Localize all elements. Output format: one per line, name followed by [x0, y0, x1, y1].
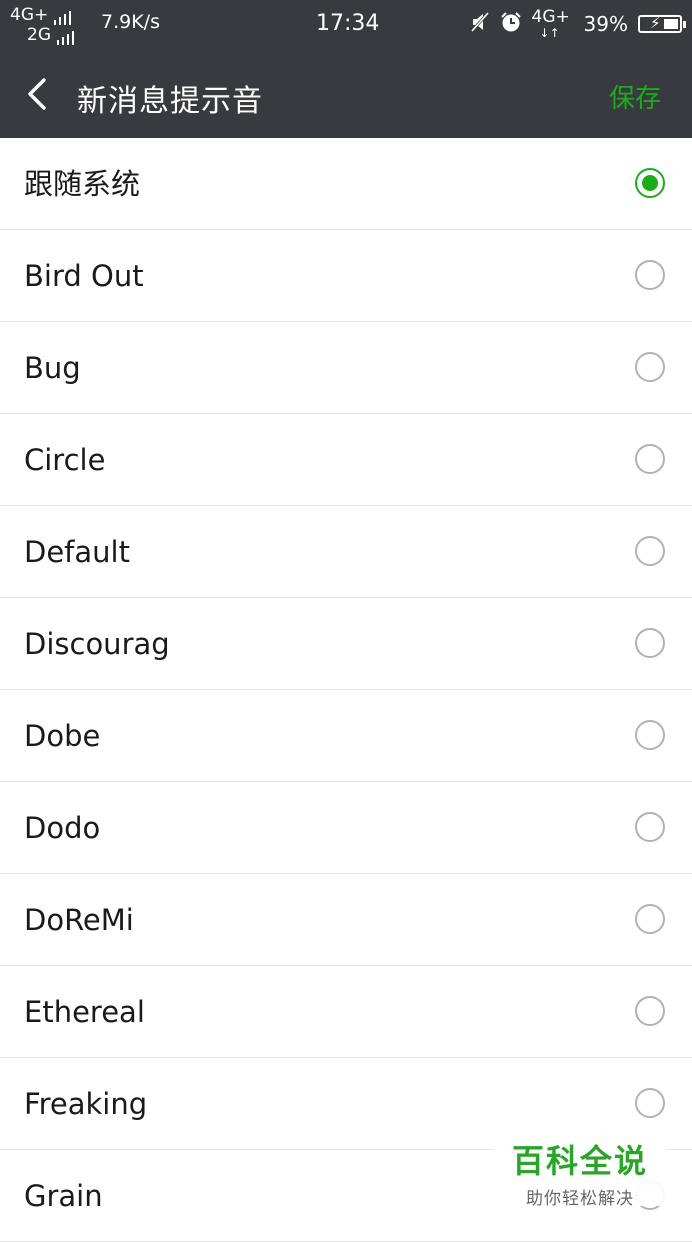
alarm-icon	[500, 11, 522, 37]
sound-option[interactable]: Bug	[0, 322, 692, 414]
network-indicator: 4G+ 2G	[10, 5, 90, 45]
sound-option[interactable]: Dodo	[0, 782, 692, 874]
watermark-logo: 百科全说 助你轻松解决	[494, 1134, 666, 1209]
radio-unchecked-icon[interactable]	[635, 812, 665, 842]
page-title: 新消息提示音	[77, 84, 263, 119]
sound-option-label: Discourag	[24, 627, 170, 661]
sound-option[interactable]: Circle	[0, 414, 692, 506]
battery-percent: 39%	[583, 12, 628, 36]
clock: 17:34	[316, 11, 380, 36]
sound-option[interactable]: Dobe	[0, 690, 692, 782]
back-icon[interactable]	[24, 72, 54, 116]
sound-option-label: Bug	[24, 351, 81, 385]
radio-unchecked-icon[interactable]	[635, 904, 665, 934]
sound-option[interactable]: DoReMi	[0, 874, 692, 966]
sound-option-label: Grain	[24, 1179, 103, 1213]
sound-option[interactable]: Bird Out	[0, 230, 692, 322]
signal-bars-icon	[54, 11, 72, 25]
radio-unchecked-icon[interactable]	[635, 628, 665, 658]
watermark-sub: 助你轻松解决	[526, 1189, 634, 1209]
mute-icon	[470, 11, 490, 37]
radio-unchecked-icon[interactable]	[635, 996, 665, 1026]
sound-option[interactable]: Ethereal	[0, 966, 692, 1058]
radio-unchecked-icon[interactable]	[635, 444, 665, 474]
status-bar: 4G+ 2G 7.9K/s 17:34 4G+ ↓↑ 39% ⚡	[0, 0, 692, 50]
save-button[interactable]: 保存	[609, 78, 661, 115]
watermark-main: 百科全说	[511, 1142, 648, 1180]
network-type-1: 4G+	[10, 5, 49, 25]
sound-option-label: Circle	[24, 443, 106, 477]
sound-options-list: 跟随系统 Bird Out Bug Circle Default Discour…	[0, 138, 692, 1242]
sound-option-label: DoReMi	[24, 903, 134, 937]
sound-option-label: Default	[24, 535, 130, 569]
radio-unchecked-icon[interactable]	[635, 536, 665, 566]
signal-icon: 4G+ ↓↑	[531, 7, 570, 41]
network-type-2: 2G	[27, 25, 51, 45]
radio-unchecked-icon[interactable]	[635, 1088, 665, 1118]
radio-checked-icon[interactable]	[635, 168, 665, 198]
sound-option-label: 跟随系统	[24, 167, 141, 201]
radio-unchecked-icon[interactable]	[635, 720, 665, 750]
sound-option-label: Dobe	[24, 719, 101, 753]
sound-option[interactable]: Discourag	[0, 598, 692, 690]
sound-option[interactable]: 跟随系统	[0, 138, 692, 230]
app-header: 新消息提示音 保存	[0, 50, 692, 138]
signal-bars-icon	[57, 31, 74, 45]
sound-option-label: Freaking	[24, 1087, 148, 1121]
sound-option-label: Ethereal	[24, 995, 145, 1029]
battery-charging-icon: ⚡	[638, 14, 686, 33]
radio-unchecked-icon[interactable]	[635, 260, 665, 290]
network-speed: 7.9K/s	[101, 11, 160, 33]
sound-option[interactable]: Default	[0, 506, 692, 598]
sound-option-label: Dodo	[24, 811, 101, 845]
network-type-right: 4G+	[531, 7, 570, 27]
radio-unchecked-icon[interactable]	[635, 352, 665, 382]
sound-option-label: Bird Out	[24, 259, 144, 293]
